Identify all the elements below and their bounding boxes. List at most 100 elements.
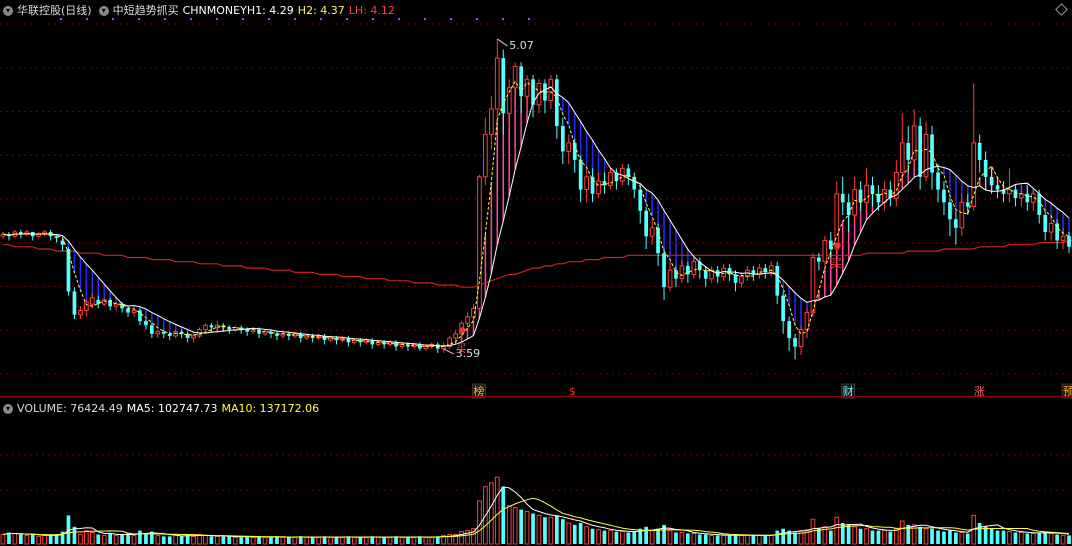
volume-bar [983,526,988,544]
volume-bar [1043,531,1048,544]
volume-bar [155,534,161,545]
volume-bar [298,536,303,544]
volume-bar [768,534,774,545]
volume-bar [328,536,333,545]
volume-bar [173,534,179,545]
volume-bar [936,530,940,544]
candle-body [679,265,685,280]
volume-bar [101,534,107,545]
volume-bar [930,528,934,544]
volume-bar [876,530,881,544]
volume-bar [304,536,310,545]
volume-bar [54,534,59,544]
volume-bar [459,531,464,545]
candle-body [113,303,119,307]
candle-body [453,333,458,339]
volume-bar [899,520,905,545]
volume-bar [0,534,6,545]
volume-bar [375,536,381,545]
volume-bar [1001,530,1006,544]
candle-body [144,321,148,326]
volume-bar [757,534,762,545]
volume-bar [572,524,577,544]
indicator-name: 中短趋势抓买 [112,4,179,17]
candle-body [911,125,917,161]
candle-body [948,202,952,220]
volume-bar [370,536,375,544]
chevron-down-icon[interactable]: ▾ [3,404,13,414]
candle-body [810,257,816,314]
volume-bar [536,514,542,545]
volume-bar [644,526,648,544]
chevron-down-icon[interactable]: ▾ [3,6,13,16]
volume-bar [494,476,500,545]
top-dot [502,18,504,20]
volume-bar [30,534,35,544]
volume-bar [501,486,506,544]
candle-body [840,193,845,203]
volume-bar [763,535,768,544]
candle-body [108,299,112,307]
candle-body [775,265,780,296]
volume-bar [269,537,273,544]
volume-bar [543,517,547,544]
long-ma [3,239,1072,288]
candle-body [971,142,977,207]
top-dot [476,18,478,20]
chevron-down-icon[interactable]: ▾ [98,6,109,16]
volume-bar [179,536,184,544]
volume-bar [1037,532,1042,544]
candle-body [864,184,869,203]
stock-chart[interactable]: 5.073.59买买榜 $ 财涨预 [0,0,1072,546]
candle-body [150,325,154,334]
candle-body [60,240,65,245]
volume-bar [144,533,148,544]
volume-bar [686,533,690,544]
annotations: 5.073.59买买榜 $ 财涨预 [60,18,1072,399]
buy-signal-label: 买 [831,257,842,270]
annotation-pointer [443,348,454,355]
volume-bar [406,537,410,544]
volume-bar [1055,534,1059,544]
volume-bar [608,530,613,545]
volume-bar [674,532,678,544]
volume-bar [858,528,863,544]
volume-bar [203,534,208,545]
buy-signal-label: 买 [456,342,467,355]
volume-bar [1067,535,1071,544]
volume-bar [113,534,119,545]
candle-body [662,253,666,288]
candle-body [781,295,785,322]
volume-bar [703,534,708,544]
candle-body [1037,193,1042,215]
volume-bar [167,536,172,544]
candle-body [1043,215,1048,232]
volume-bar [888,531,893,544]
candle-body [899,142,905,174]
volume-bar [781,528,785,544]
volume-bar [7,532,11,544]
volume-bar [697,534,702,544]
volume-bar [42,534,47,545]
volume-bar [418,536,422,544]
volume-bar [727,535,732,544]
candle-body [155,331,161,335]
volume-bar [531,513,535,544]
candle-body [936,172,940,190]
candle-body [1067,236,1071,247]
volume-bar [512,507,518,545]
volume-bar [995,530,1000,544]
candle-body [942,189,946,203]
candle-body [608,172,613,186]
candle-body [1060,235,1066,241]
volume-bar [334,537,339,544]
candle-body [691,261,697,275]
stock-title: 华联控股(日线) [17,4,92,17]
volume-bar [739,534,744,545]
volume-bar [578,523,583,544]
volume-bar [227,536,232,544]
candle-body [561,125,565,152]
volume-header: ▾ VOLUME: 76424.49 MA5: 102747.73 MA10: 137… [0,400,323,418]
annotation-label: 5.07 [509,39,534,52]
volume-bar [840,523,845,544]
